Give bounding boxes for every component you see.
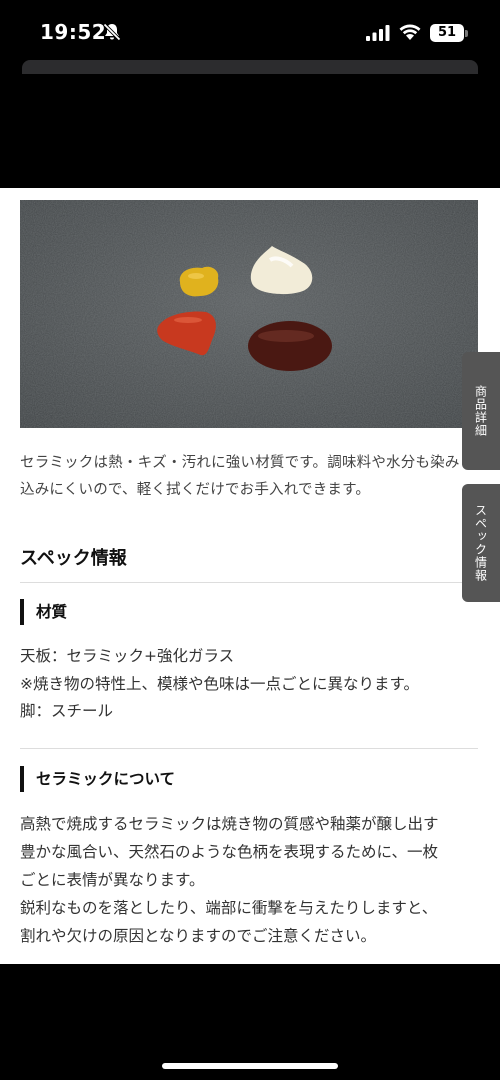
battery-icon: 51 xyxy=(430,24,464,42)
spec-section-title: スペック情報 xyxy=(20,548,127,569)
intro-text: セラミックは熱・キズ・汚れに強い材質です。調味料や水分も染み込みにくいので、軽く… xyxy=(20,455,460,498)
ceramic-line: 割れや欠けの原因となりますのでご注意ください。 xyxy=(20,927,377,945)
sauce-stain xyxy=(248,321,332,371)
home-indicator[interactable] xyxy=(162,1063,338,1069)
battery-nub xyxy=(465,30,468,37)
side-tab-spec-info[interactable]: スペック情報 xyxy=(462,484,500,602)
wifi-icon xyxy=(399,24,421,40)
signal-icon xyxy=(366,25,390,41)
material-divider xyxy=(20,748,478,749)
ceramic-line: 豊かな風合い、天然石のような色柄を表現するために、一枚 xyxy=(20,843,439,861)
status-time: 19:52 xyxy=(40,20,107,44)
material-heading: 材質 xyxy=(20,599,67,625)
ceramic-description: 高熱で焼成するセラミックは焼き物の質感や釉薬が醸し出す 豊かな風合い、天然石のよ… xyxy=(20,810,480,950)
material-line: ※焼き物の特性上、模様や色味は一点ごとに異なります。 xyxy=(20,674,419,693)
page-content[interactable]: セラミックは熱・キズ・汚れに強い材質です。調味料や水分も染み込みにくいので、軽く… xyxy=(0,188,500,964)
sheet-handle-bar[interactable] xyxy=(22,60,478,74)
ceramic-line: 高熱で焼成するセラミックは焼き物の質感や釉薬が醸し出す xyxy=(20,815,439,833)
product-photo xyxy=(20,200,478,428)
spec-divider xyxy=(20,582,478,583)
status-bar: 19:52 51 xyxy=(0,0,500,60)
ceramic-line: 鋭利なものを落としたり、端部に衝撃を与えたりしますと、 xyxy=(20,899,438,917)
material-line: 脚：スチール xyxy=(20,702,114,720)
bell-slash-icon xyxy=(103,23,121,41)
side-tab-product-detail[interactable]: 商品詳細 xyxy=(462,352,500,470)
material-list: 天板：セラミック+強化ガラス ※焼き物の特性上、模様や色味は一点ごとに異なります… xyxy=(20,643,480,726)
material-line: 天板：セラミック+強化ガラス xyxy=(20,647,235,665)
ceramic-line: ごとに表情が異なります。 xyxy=(20,871,205,889)
mustard-stain xyxy=(179,266,219,297)
ceramic-heading: セラミックについて xyxy=(20,766,175,792)
